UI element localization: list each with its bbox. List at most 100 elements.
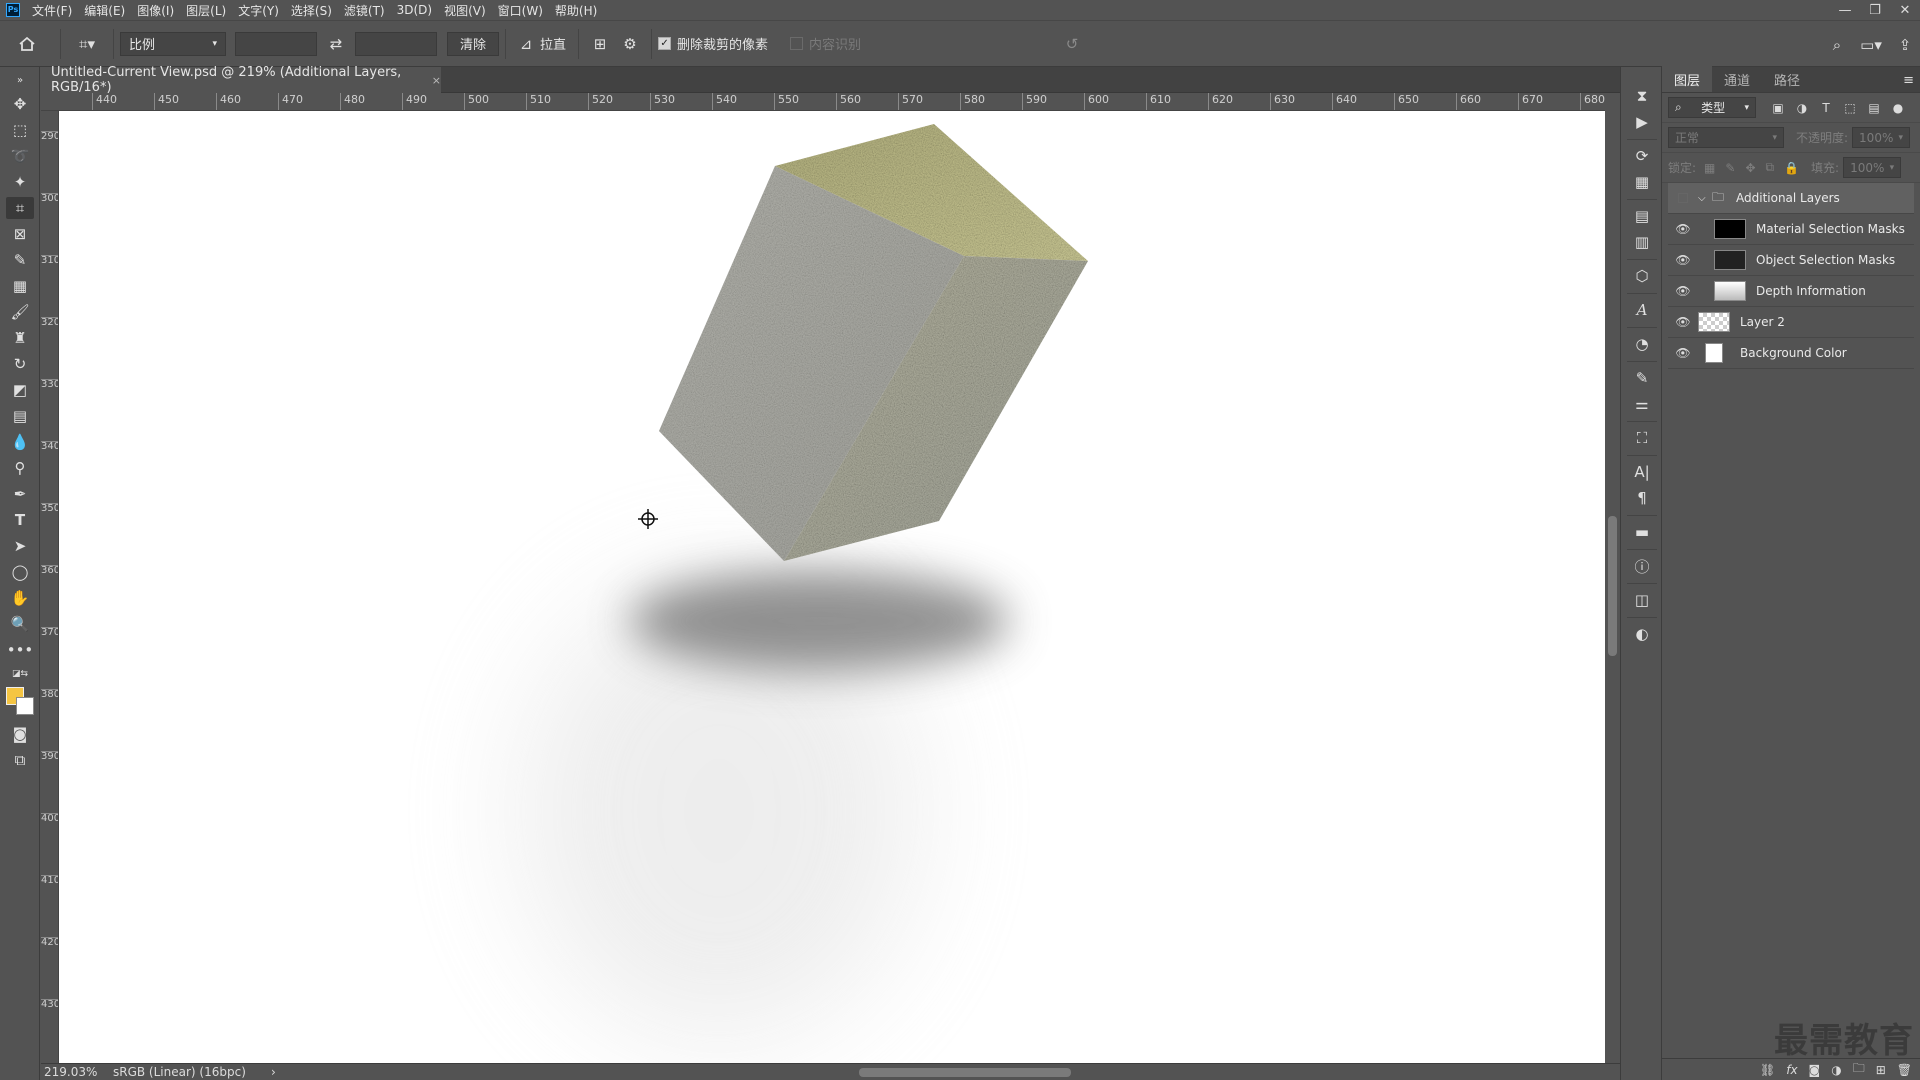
ellipse-tool-icon[interactable]: ◯ (6, 561, 34, 583)
adjustments-panel-icon[interactable]: ⚌ (1630, 393, 1654, 415)
document-canvas[interactable] (59, 111, 1605, 1063)
straighten-label[interactable]: 拉直 (540, 34, 566, 53)
zoom-tool-icon[interactable]: 🔍 (6, 613, 34, 635)
close-window-icon[interactable]: ✕ (1890, 0, 1920, 20)
3d-panel-icon[interactable]: ⟳ (1630, 145, 1654, 167)
pen-tool-icon[interactable]: ✒ (6, 483, 34, 505)
swap-colors-icon[interactable]: ◪⇆ (6, 663, 34, 685)
restore-icon[interactable]: ❐ (1860, 0, 1890, 20)
lock-position-icon[interactable]: ✥ (1745, 161, 1755, 175)
eye-icon[interactable]: 👁 (1668, 222, 1698, 236)
menu-file[interactable]: 文件(F) (26, 2, 78, 19)
history-brush-tool-icon[interactable]: ↻ (6, 353, 34, 375)
menu-3d[interactable]: 3D(D) (391, 3, 438, 17)
tab-layers[interactable]: 图层 (1662, 66, 1713, 92)
adjustment-filter-icon[interactable]: ◑ (1790, 101, 1814, 115)
shape-filter-icon[interactable]: ⬚ (1838, 101, 1862, 115)
overlay-options-icon[interactable]: ⊞ (585, 20, 615, 67)
layer-name[interactable]: Depth Information (1756, 284, 1866, 298)
delete-cropped-checkbox[interactable]: ✓ (658, 37, 672, 50)
width-input[interactable] (235, 31, 317, 56)
paragraph-panel-icon[interactable]: ¶ (1630, 487, 1654, 509)
navigator-panel-icon[interactable]: ◫ (1630, 589, 1654, 611)
move-tool-icon[interactable]: ✥ (6, 93, 34, 115)
content-aware-checkbox[interactable] (790, 37, 804, 50)
menu-edit[interactable]: 编辑(E) (78, 2, 131, 19)
layer-filter-select[interactable]: ⌕ 类型 ▾ (1668, 97, 1756, 118)
chevron-down-icon[interactable]: ⌵ (1698, 193, 1712, 204)
lock-all-icon[interactable]: 🔒 (1784, 161, 1799, 175)
menu-type[interactable]: 文字(Y) (232, 2, 285, 19)
fill-input[interactable]: 100% ▾ (1843, 157, 1902, 178)
frame-tool-icon[interactable]: ⊠ (6, 223, 34, 245)
brush-tool-icon[interactable]: 🖌 (6, 301, 34, 323)
close-tab-icon[interactable]: × (432, 74, 441, 87)
magic-wand-tool-icon[interactable]: ✦ (6, 171, 34, 193)
cube-panel-icon[interactable]: ⬡ (1630, 265, 1654, 287)
brushes-panel-icon[interactable]: ✎ (1630, 367, 1654, 389)
clone-stamp-tool-icon[interactable]: ♜ (6, 327, 34, 349)
path-selection-tool-icon[interactable]: ➤ (6, 535, 34, 557)
menu-image[interactable]: 图像(I) (131, 2, 180, 19)
crop-tool-preset-icon[interactable]: ⌗▾ (67, 20, 107, 67)
menu-help[interactable]: 帮助(H) (549, 2, 603, 19)
link-layers-icon[interactable]: ⛓ (1760, 1063, 1775, 1077)
filter-toggle-icon[interactable]: ● (1886, 101, 1910, 115)
new-group-icon[interactable]: 🗀 (1853, 1059, 1865, 1080)
more-tools-icon[interactable]: ••• (6, 639, 34, 661)
layer-name[interactable]: Layer 2 (1740, 315, 1785, 329)
zoom-level[interactable]: 219.03% (41, 1065, 103, 1079)
actions-panel-icon[interactable]: ▶ (1630, 111, 1654, 133)
spot-healing-tool-icon[interactable]: ▦ (6, 275, 34, 297)
share-icon[interactable]: ⇪ (1890, 21, 1920, 68)
search-icon[interactable]: ⌕ (1822, 21, 1852, 68)
menu-filter[interactable]: 滤镜(T) (338, 2, 391, 19)
glyphs-panel-icon[interactable]: A (1630, 299, 1654, 321)
panel-menu-icon[interactable]: ≡ (1903, 73, 1914, 88)
color-panel-icon[interactable]: ◐ (1630, 623, 1654, 645)
layer-group-row[interactable]: ⌵ 🗀 Additional Layers (1668, 183, 1914, 214)
layer-row[interactable]: 👁 Object Selection Masks (1668, 245, 1914, 276)
new-layer-icon[interactable]: ⊞ (1876, 1063, 1886, 1077)
lock-artboard-icon[interactable]: ⧉ (1766, 160, 1775, 175)
layer-name[interactable]: Background Color (1740, 346, 1847, 360)
visibility-off-icon[interactable] (1668, 193, 1698, 203)
clear-button[interactable]: 清除 (447, 31, 500, 56)
swatches-panel-icon[interactable]: ▦ (1630, 171, 1654, 193)
horizontal-scroll-thumb[interactable] (859, 1068, 1071, 1077)
dodge-tool-icon[interactable]: ⚲ (6, 457, 34, 479)
menu-window[interactable]: 窗口(W) (492, 2, 549, 19)
eraser-tool-icon[interactable]: ◩ (6, 379, 34, 401)
menu-layer[interactable]: 图层(L) (180, 2, 232, 19)
eye-icon[interactable]: 👁 (1668, 346, 1698, 360)
layer-name[interactable]: Object Selection Masks (1756, 253, 1895, 267)
eye-icon[interactable]: 👁 (1668, 253, 1698, 267)
layer-row[interactable]: 👁 Layer 2 (1668, 307, 1914, 338)
height-input[interactable] (355, 31, 437, 56)
menu-select[interactable]: 选择(S) (285, 2, 338, 19)
libraries-panel-icon[interactable]: ▤ (1630, 205, 1654, 227)
notes-panel-icon[interactable]: ▥ (1630, 231, 1654, 253)
blend-mode-select[interactable]: 正常 ▾ (1668, 127, 1784, 148)
workspace-icon[interactable]: ▭▾ (1852, 21, 1890, 68)
smart-object-filter-icon[interactable]: ▤ (1862, 101, 1886, 115)
eye-icon[interactable]: 👁 (1668, 315, 1698, 329)
character-panel-icon[interactable]: A| (1630, 461, 1654, 483)
blur-tool-icon[interactable]: 💧 (6, 431, 34, 453)
background-color-swatch[interactable] (16, 697, 34, 715)
tab-paths[interactable]: 路径 (1762, 66, 1812, 92)
document-tab[interactable]: Untitled-Current View.psd @ 219% (Additi… (41, 65, 441, 95)
measurement-panel-icon[interactable]: ▬ (1630, 521, 1654, 543)
status-menu-arrow[interactable]: › (271, 1065, 276, 1079)
layer-name[interactable]: Material Selection Masks (1756, 222, 1905, 236)
properties-panel-icon[interactable]: ◔ (1630, 333, 1654, 355)
ratio-select[interactable]: 比例 ▾ (120, 31, 226, 56)
layer-row[interactable]: 👁 Material Selection Masks (1668, 214, 1914, 245)
crop-tool-icon[interactable]: ⌗ (6, 197, 34, 219)
layer-row[interactable]: 👁 Depth Information (1668, 276, 1914, 307)
eye-icon[interactable]: 👁 (1668, 284, 1698, 298)
minimize-icon[interactable]: — (1830, 0, 1860, 20)
pixel-filter-icon[interactable]: ▣ (1766, 101, 1790, 115)
tab-channels[interactable]: 通道 (1712, 66, 1762, 92)
adjustment-layer-icon[interactable]: ◑ (1831, 1063, 1841, 1077)
